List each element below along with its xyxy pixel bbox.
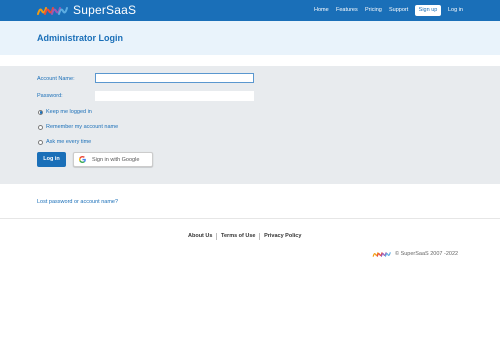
ask-every-time-label: Ask me every time (46, 139, 92, 145)
top-navbar: SuperSaaS Home Features Pricing Support … (0, 0, 500, 21)
remember-account-label: Remember my account name (46, 124, 119, 130)
nav-home-link[interactable]: Home (314, 5, 329, 16)
google-signin-label: Sign in with Google (92, 156, 140, 163)
about-us-link[interactable]: About Us (188, 232, 212, 240)
account-name-input[interactable] (95, 73, 254, 83)
footer-links: About Us Terms of Use Privacy Policy (188, 232, 301, 240)
radio-unchecked-icon[interactable] (38, 139, 43, 145)
privacy-policy-link[interactable]: Privacy Policy (264, 232, 301, 240)
nav-support-link[interactable]: Support (389, 5, 408, 16)
footer-divider (0, 218, 500, 219)
logo-text: SuperSaaS (73, 3, 137, 17)
google-signin-button[interactable]: Sign in with Google (73, 152, 153, 167)
keep-logged-in-option[interactable]: Keep me logged in (38, 108, 92, 116)
nav-signup-button[interactable]: Sign up (415, 5, 441, 16)
remember-account-option[interactable]: Remember my account name (38, 123, 118, 131)
nav-features-link[interactable]: Features (336, 5, 358, 16)
login-form: Account Name: Password: Keep me logged i… (0, 66, 500, 184)
ask-every-time-option[interactable]: Ask me every time (38, 138, 91, 146)
keep-logged-in-label: Keep me logged in (46, 109, 92, 115)
title-band: Administrator Login (0, 21, 500, 55)
account-name-label: Account Name: (37, 76, 75, 82)
nav-login-link[interactable]: Log in (448, 5, 463, 16)
nav-pricing-link[interactable]: Pricing (365, 5, 382, 16)
login-button[interactable]: Log in (37, 152, 66, 167)
google-g-icon (79, 156, 86, 163)
radio-unchecked-icon[interactable] (38, 124, 43, 130)
terms-of-use-link[interactable]: Terms of Use (221, 232, 255, 240)
password-input[interactable] (95, 91, 254, 101)
radio-checked-icon[interactable] (38, 109, 43, 115)
lost-password-link[interactable]: Lost password or account name? (37, 198, 118, 206)
copyright-text: © SuperSaaS 2007 -2022 (395, 251, 459, 257)
copyright: © SuperSaaS 2007 -2022 (372, 250, 458, 258)
footer-separator (216, 232, 218, 240)
page-title: Administrator Login (37, 33, 123, 43)
supersaas-logo-icon (372, 251, 391, 257)
supersaas-logo-icon (37, 6, 68, 15)
supersaas-logo[interactable]: SuperSaaS (37, 4, 136, 17)
footer-separator (259, 232, 261, 240)
password-label: Password: (37, 93, 63, 99)
